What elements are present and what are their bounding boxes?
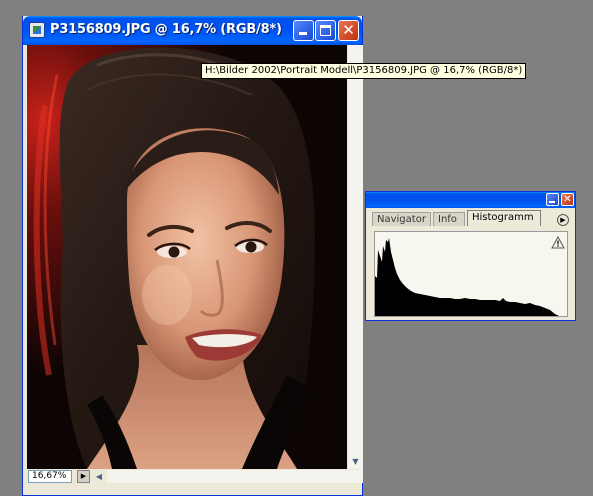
horizontal-scrollbar[interactable] bbox=[107, 470, 363, 483]
palette-menu-arrow-icon[interactable]: ▶ bbox=[557, 214, 569, 226]
document-title-bar[interactable]: P3156809.JPG @ 16,7% (RGB/8*) ✕ bbox=[23, 16, 362, 45]
document-window: P3156809.JPG @ 16,7% (RGB/8*) ✕ ▼ 16,67%… bbox=[22, 16, 363, 496]
tab-navigator[interactable]: Navigator bbox=[372, 212, 431, 226]
histogram-graph bbox=[375, 238, 559, 316]
image-canvas[interactable] bbox=[27, 45, 347, 469]
photoshop-document-icon[interactable] bbox=[29, 22, 45, 38]
histogram-palette: ✕ Navigator Info Histogramm ▶ bbox=[365, 191, 576, 321]
scroll-left-arrow-icon[interactable]: ◀ bbox=[93, 470, 105, 483]
scroll-down-arrow-icon[interactable]: ▼ bbox=[348, 455, 363, 469]
close-button[interactable]: ✕ bbox=[338, 20, 359, 41]
minimize-button[interactable] bbox=[293, 20, 314, 41]
vertical-scrollbar[interactable]: ▼ bbox=[348, 45, 363, 469]
minimize-icon bbox=[549, 201, 555, 203]
document-title: P3156809.JPG @ 16,7% (RGB/8*) bbox=[50, 22, 282, 37]
palette-minimize-button[interactable] bbox=[546, 193, 559, 206]
palette-close-button[interactable]: ✕ bbox=[561, 193, 574, 206]
document-path-tooltip: H:\Bilder 2002\Portrait Modell\P3156809.… bbox=[201, 63, 527, 79]
maximize-button[interactable] bbox=[315, 20, 336, 41]
close-icon: ✕ bbox=[563, 194, 572, 205]
zoom-level-field[interactable]: 16,67% bbox=[28, 470, 72, 483]
tab-info[interactable]: Info bbox=[433, 212, 465, 226]
minimize-icon bbox=[299, 32, 307, 35]
palette-title-bar[interactable]: ✕ bbox=[366, 192, 575, 208]
portrait-photo bbox=[27, 45, 347, 469]
close-icon: ✕ bbox=[342, 21, 355, 39]
cached-data-warning-icon[interactable] bbox=[551, 236, 565, 249]
tab-histogramm[interactable]: Histogramm bbox=[467, 210, 541, 226]
histogram-display bbox=[374, 231, 568, 317]
palette-tab-row: Navigator Info Histogramm bbox=[370, 210, 571, 226]
maximize-icon bbox=[320, 25, 331, 36]
status-menu-arrow-icon[interactable]: ▶ bbox=[77, 470, 90, 483]
